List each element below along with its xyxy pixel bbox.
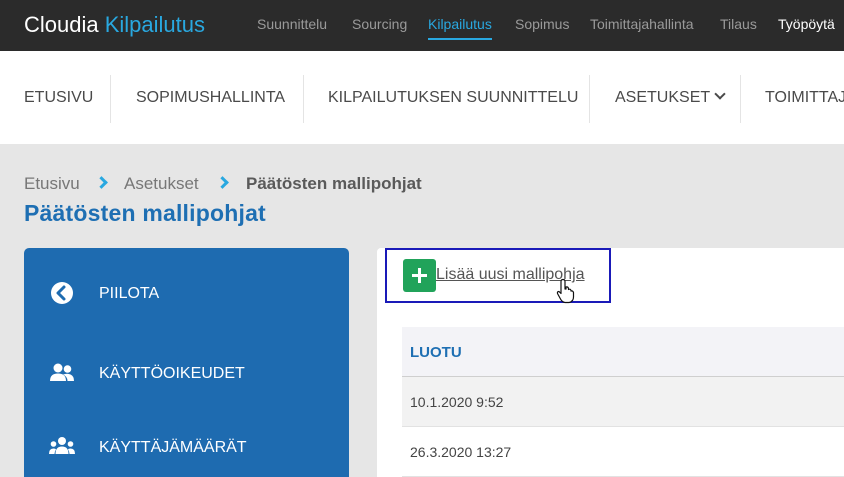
topnav-item-tilaus[interactable]: Tilaus [720, 16, 757, 32]
page-title: Päätösten mallipohjat [24, 200, 266, 226]
subnav-item-toimittaja[interactable]: TOIMITTAJA [765, 89, 844, 107]
sidebar-item-label: KÄYTTÄJÄMÄÄRÄT [99, 439, 247, 456]
topnav-item-toimittajahallinta[interactable]: Toimittajahallinta [590, 16, 694, 32]
topnav-item-tyopoyta[interactable]: Työpöytä [778, 16, 835, 32]
sidebar-item-label: PIILOTA [99, 285, 160, 302]
side-menu: PIILOTA KÄYTTÖOIKEUDET KÄYTTÄJÄMÄÄRÄT [24, 248, 349, 477]
topnav-item-sourcing[interactable]: Sourcing [352, 16, 407, 32]
subnav-item-etusivu[interactable]: ETUSIVU [24, 89, 93, 107]
breadcrumb-asetukset[interactable]: Asetukset [124, 174, 199, 194]
breadcrumb-etusivu[interactable]: Etusivu [24, 174, 80, 194]
subnav-divider [740, 75, 741, 123]
table-cell-luotu: 10.1.2020 9:52 [410, 394, 504, 410]
sidebar-item-piilota[interactable]: PIILOTA [24, 273, 349, 313]
table-cell-luotu: 26.3.2020 13:27 [410, 444, 512, 460]
topnav-item-sopimus[interactable]: Sopimus [515, 16, 569, 32]
breadcrumb-current: Päätösten mallipohjat [246, 174, 422, 193]
subnav-item-kilpailutuksen-suunnittelu[interactable]: KILPAILUTUKSEN SUUNNITTELU [328, 89, 578, 107]
table-header: LUOTU [402, 327, 844, 377]
user-group-icon [49, 437, 75, 454]
chevron-right-icon [95, 176, 108, 189]
secondary-nav: ETUSIVU SOPIMUSHALLINTA KILPAILUTUKSEN S… [0, 51, 844, 144]
subnav-divider [303, 75, 304, 123]
sidebar-item-kayttooikeudet[interactable]: KÄYTTÖOIKEUDET [24, 353, 349, 393]
brand-accent: Kilpailutus [104, 12, 206, 37]
top-bar: Cloudia Kilpailutus Suunnittelu Sourcing… [0, 0, 844, 51]
chevron-down-icon [714, 88, 726, 100]
subnav-divider [589, 75, 590, 123]
brand-main: Cloudia [24, 12, 99, 37]
chevron-left-circle-icon [51, 282, 73, 304]
sidebar-item-kayttajamaarat[interactable]: KÄYTTÄJÄMÄÄRÄT [24, 427, 349, 467]
column-header-luotu[interactable]: LUOTU [410, 344, 462, 361]
hand-cursor-icon [556, 278, 575, 304]
subnav-item-label: ASETUKSET [615, 89, 711, 106]
chevron-right-icon [216, 176, 229, 189]
topnav-item-suunnittelu[interactable]: Suunnittelu [257, 16, 327, 32]
subnav-divider [110, 75, 111, 123]
topnav-item-kilpailutus[interactable]: Kilpailutus [428, 16, 492, 40]
sidebar-item-label: KÄYTTÖOIKEUDET [99, 365, 245, 382]
subnav-item-sopimushallinta[interactable]: SOPIMUSHALLINTA [136, 89, 285, 107]
users-icon [50, 363, 74, 381]
table-row[interactable]: 10.1.2020 9:52 [402, 377, 844, 427]
subnav-item-asetukset[interactable]: ASETUKSET [615, 88, 726, 107]
table-row[interactable]: 26.3.2020 13:27 [402, 427, 844, 477]
app-logo[interactable]: Cloudia Kilpailutus [24, 12, 205, 38]
plus-icon[interactable] [403, 259, 436, 292]
